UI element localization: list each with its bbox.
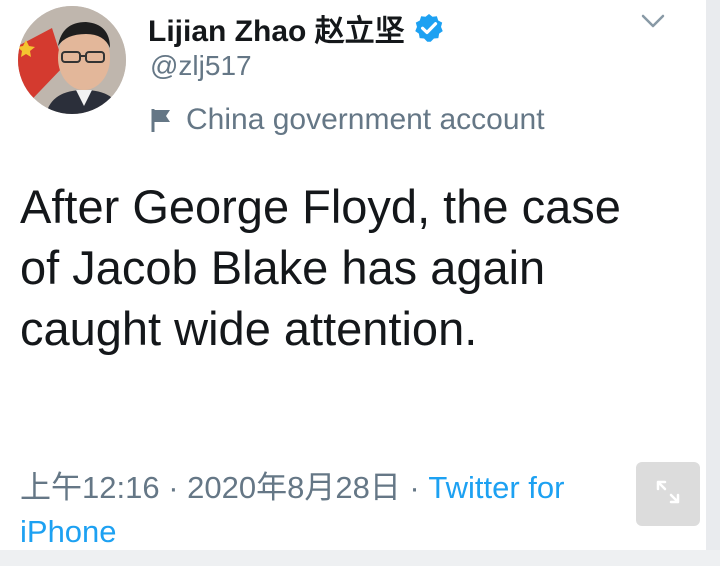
flag-icon — [150, 107, 172, 133]
expand-button[interactable] — [636, 462, 700, 526]
tweet-card: Lijian Zhao 赵立坚 @zlj517 China government… — [0, 0, 706, 566]
display-name[interactable]: Lijian Zhao 赵立坚 — [148, 6, 405, 50]
chevron-down-icon[interactable] — [638, 6, 668, 36]
tweet-timestamp[interactable]: 上午12:16 · 2020年8月28日 — [20, 470, 401, 505]
meta-separator: · — [400, 470, 429, 505]
author-handle[interactable]: @zlj517 — [150, 50, 252, 82]
tweet-meta: 上午12:16 · 2020年8月28日 · Twitter for iPhon… — [20, 466, 620, 554]
avatar[interactable] — [18, 6, 126, 114]
verified-badge-icon — [413, 12, 445, 44]
account-label-line[interactable]: China government account — [150, 100, 545, 140]
author-name-line: Lijian Zhao 赵立坚 — [148, 8, 445, 48]
government-account-label: China government account — [186, 103, 545, 136]
expand-icon — [653, 477, 683, 512]
page-edge-bottom — [0, 550, 720, 566]
page-edge-right — [706, 0, 720, 566]
tweet-text: After George Floyd, the case of Jacob Bl… — [20, 180, 621, 355]
avatar-image — [18, 6, 126, 114]
